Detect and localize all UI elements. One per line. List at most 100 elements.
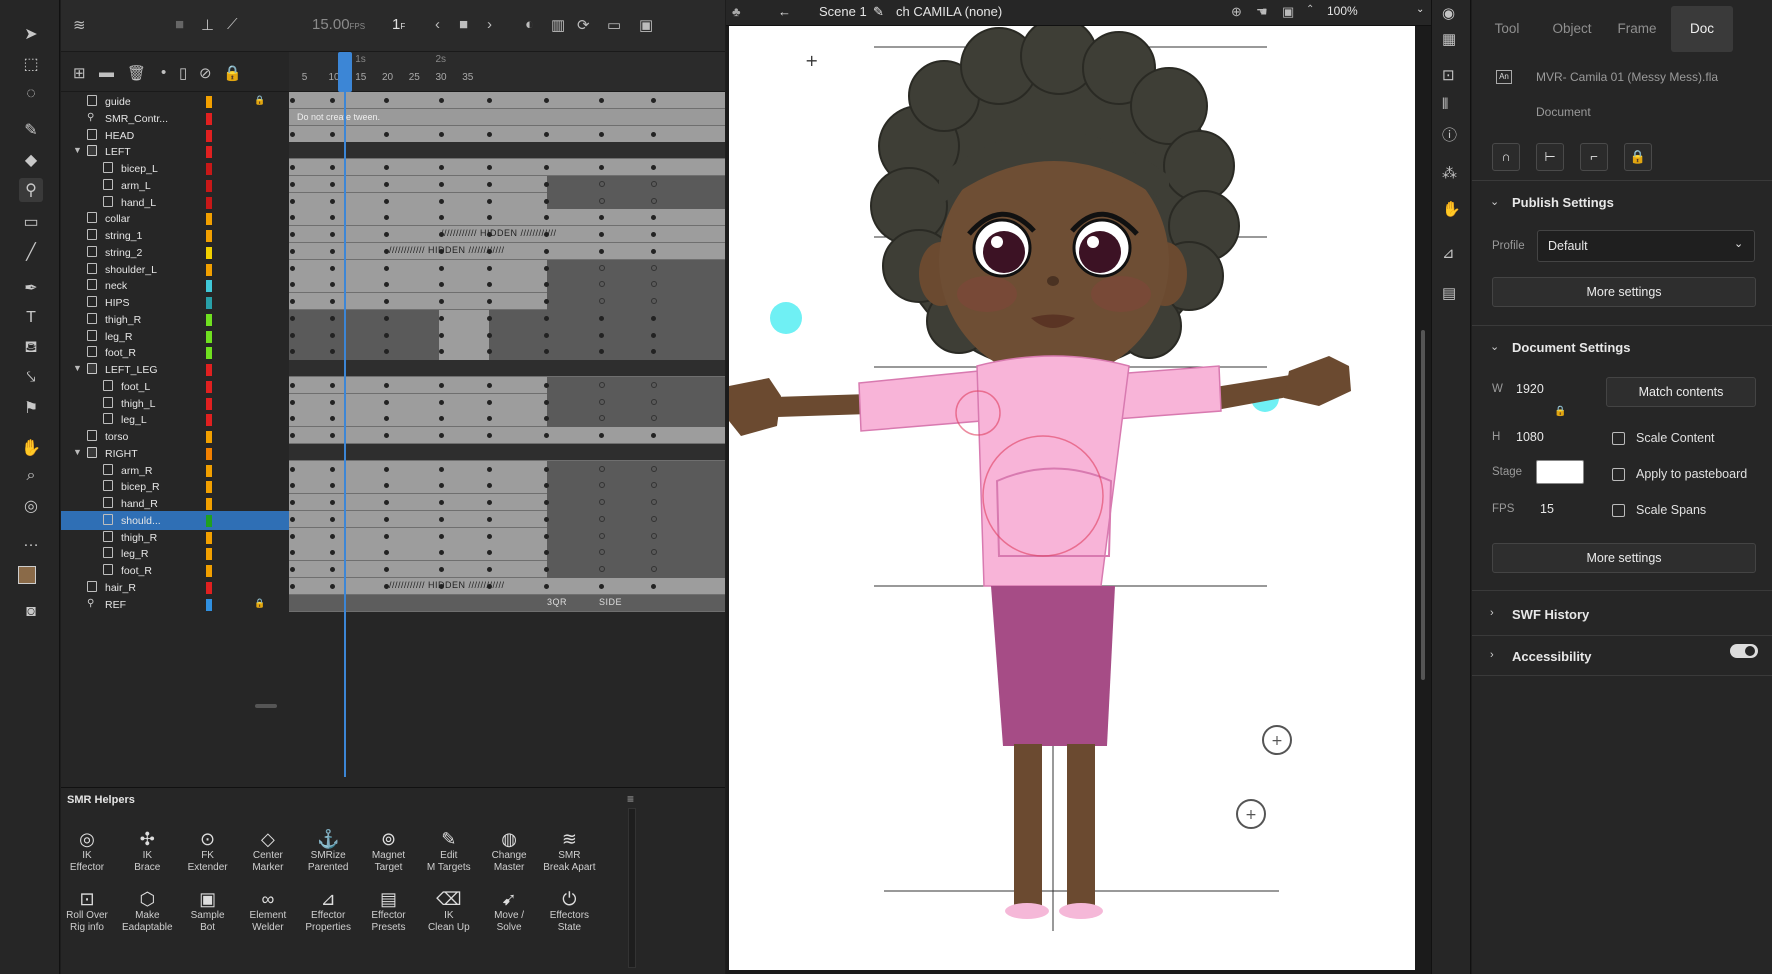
layer-color-swatch[interactable] [206, 163, 212, 175]
keyframe[interactable] [384, 266, 389, 271]
stage-scrollbar[interactable] [1421, 330, 1425, 680]
keyframe[interactable] [290, 349, 295, 354]
keyframe[interactable] [330, 500, 335, 505]
keyframe[interactable] [330, 349, 335, 354]
layer-color-swatch[interactable] [206, 264, 212, 276]
keyframe[interactable] [330, 383, 335, 388]
keyframe[interactable] [439, 132, 444, 137]
accessibility-title[interactable]: Accessibility [1512, 649, 1592, 664]
hand-tool-icon[interactable]: ☚ [1256, 4, 1268, 20]
link-lock-icon[interactable]: 🔒 [1554, 406, 1566, 417]
keyframe[interactable] [651, 566, 657, 572]
document-settings-title[interactable]: Document Settings [1512, 340, 1630, 355]
hand-icon[interactable]: ✋ [19, 436, 43, 460]
magnet-icon[interactable]: ∩ [1492, 143, 1520, 171]
keyframe[interactable] [439, 433, 444, 438]
frame-row[interactable] [289, 528, 725, 545]
keyframe[interactable] [290, 316, 295, 321]
keyframe[interactable] [487, 467, 492, 472]
camera-icon[interactable]: ◎ [19, 494, 43, 518]
graph-icon[interactable]: ⟋ [227, 16, 238, 33]
frame-row[interactable] [289, 260, 725, 277]
keyframe[interactable] [290, 199, 295, 204]
swf-history-title[interactable]: SWF History [1512, 607, 1589, 622]
pen-icon[interactable]: ✒ [19, 276, 43, 300]
chevron-down-icon[interactable]: ▼ [73, 363, 82, 373]
keyframe[interactable] [487, 215, 492, 220]
chevron-down-icon[interactable]: ▼ [73, 145, 82, 155]
keyframe[interactable] [544, 584, 549, 589]
keyframe[interactable] [330, 416, 335, 421]
keyframe[interactable] [599, 399, 605, 405]
chevron-right-icon[interactable]: › [1490, 649, 1494, 661]
keyframe[interactable] [384, 282, 389, 287]
keyframe[interactable] [290, 517, 295, 522]
layer-color-swatch[interactable] [206, 331, 212, 343]
keyframe[interactable] [384, 299, 389, 304]
layer-color-swatch[interactable] [206, 431, 212, 443]
keyframe[interactable] [330, 266, 335, 271]
next-frame-icon[interactable]: › [487, 16, 492, 33]
keyframe[interactable] [487, 416, 492, 421]
keyframe[interactable] [330, 232, 335, 237]
motion-icon[interactable]: ⁂ [1442, 164, 1457, 182]
free-transform-icon[interactable]: ⬚ [19, 52, 43, 76]
keyframe[interactable] [651, 215, 656, 220]
keyframe[interactable] [544, 534, 549, 539]
frame-row[interactable]: //////////// HIDDEN //////////// [289, 578, 725, 595]
keyframe[interactable] [330, 215, 335, 220]
helper-stack-button[interactable]: ≋ SMR Break Apart [535, 828, 603, 874]
frame-row[interactable] [289, 427, 725, 444]
keyframe[interactable] [544, 132, 549, 137]
frame-row[interactable] [289, 444, 725, 461]
keyframe[interactable] [599, 566, 605, 572]
keyframe[interactable] [330, 550, 335, 555]
frame-row[interactable] [289, 360, 725, 377]
insert-frame-icon[interactable]: ▭ [607, 16, 621, 34]
keyframe[interactable] [651, 265, 657, 271]
accessibility-toggle[interactable] [1730, 644, 1758, 658]
layer-color-swatch[interactable] [206, 197, 212, 209]
helper-rollover-button[interactable]: ⊡ Roll Over Rig info [53, 888, 121, 934]
grid-icon[interactable]: ▤ [1442, 284, 1456, 302]
stroke-color-swatch[interactable] [18, 566, 36, 584]
frame-row[interactable] [289, 176, 725, 193]
keyframe[interactable] [544, 383, 549, 388]
helpers-scrollbar[interactable] [628, 808, 636, 968]
keyframe[interactable] [487, 483, 492, 488]
layer-color-swatch[interactable] [206, 515, 212, 527]
keyframe[interactable] [487, 299, 492, 304]
fps-display[interactable]: 15.00FPS [312, 16, 365, 33]
keyframe[interactable] [544, 416, 549, 421]
character-artwork[interactable]: + + + [729, 26, 1415, 970]
keyframe[interactable] [599, 382, 605, 388]
keyframe[interactable] [290, 282, 295, 287]
layer-color-swatch[interactable] [206, 481, 212, 493]
transform-icon[interactable]: ⊡ [1442, 66, 1455, 84]
stop-icon[interactable]: ■ [459, 16, 468, 33]
frame-row[interactable]: 3QR SIDE [289, 595, 725, 612]
keyframe[interactable] [290, 232, 295, 237]
frame-row[interactable] [289, 276, 725, 293]
ruler-icon[interactable]: ⊢ [1536, 143, 1564, 171]
layer-color-swatch[interactable] [206, 364, 212, 376]
keyframe[interactable] [487, 400, 492, 405]
keyframe[interactable] [651, 198, 657, 204]
keyframe[interactable] [544, 517, 549, 522]
keyframe[interactable] [384, 182, 389, 187]
prev-frame-icon[interactable]: ‹ [435, 16, 440, 33]
keyframe[interactable] [651, 482, 657, 488]
keyframe[interactable] [487, 517, 492, 522]
keyframe[interactable] [439, 517, 444, 522]
keyframe[interactable] [439, 383, 444, 388]
layer-color-swatch[interactable] [206, 230, 212, 242]
line-icon[interactable]: ╱ [19, 240, 43, 264]
keyframe[interactable] [384, 433, 389, 438]
keyframe[interactable] [384, 349, 389, 354]
helper-make-button[interactable]: ⬡ Make Eadaptable [113, 888, 181, 934]
height-field[interactable]: 1080 [1516, 430, 1544, 444]
keyframe[interactable] [290, 483, 295, 488]
zoom-icon[interactable]: ⌕ [19, 464, 43, 488]
helper-target-button[interactable]: ◎ IK Effector [53, 828, 121, 874]
frame-row[interactable] [289, 293, 725, 310]
